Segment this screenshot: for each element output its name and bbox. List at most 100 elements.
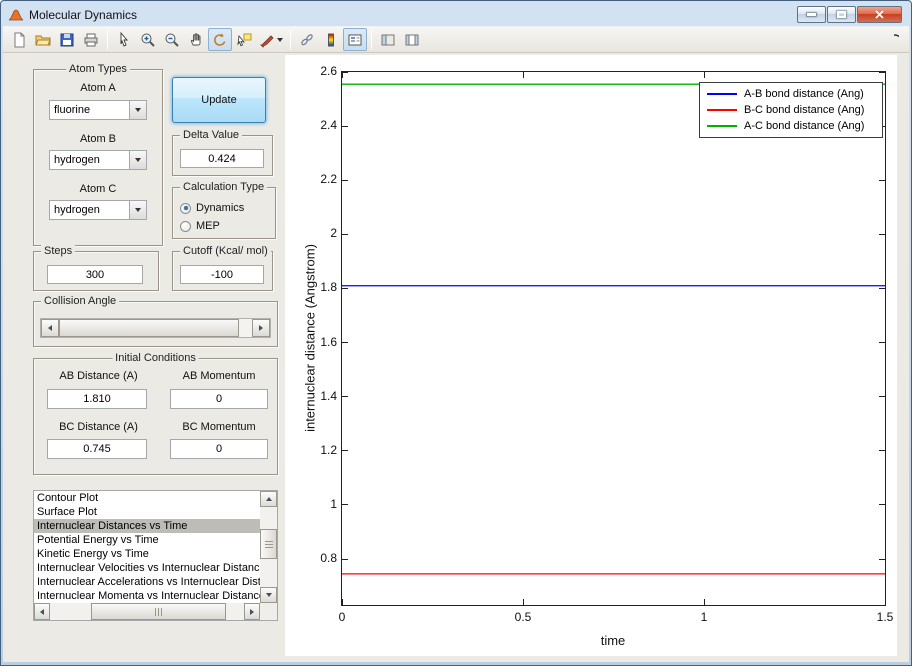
brush-data-button[interactable]	[256, 28, 286, 51]
initial-conditions-title: Initial Conditions	[112, 352, 199, 364]
x-axis-label: time	[600, 633, 626, 648]
radio-option-dynamics[interactable]: Dynamics	[180, 199, 272, 217]
list-vertical-scrollbar[interactable]	[260, 491, 277, 603]
list-item[interactable]: Potential Energy vs Time	[34, 533, 260, 547]
print-figure-button[interactable]	[79, 28, 103, 51]
list-item[interactable]: Surface Plot	[34, 505, 260, 519]
list-horizontal-scrollbar[interactable]	[34, 603, 260, 620]
list-item[interactable]: Internuclear Accelerations vs Internucle…	[34, 575, 260, 589]
scroll-down-button[interactable]	[260, 587, 277, 603]
list-item[interactable]: Internuclear Distances vs Time	[34, 519, 260, 533]
axis-tick	[703, 72, 705, 78]
axis-tick	[884, 599, 886, 605]
radio-label: Dynamics	[196, 202, 245, 214]
plot-axes[interactable]: A-B bond distance (Ang) B-C bond distance…	[320, 64, 893, 624]
collision-angle-slider[interactable]	[40, 318, 271, 338]
axis-tick	[879, 287, 885, 289]
atom-b-dropdown[interactable]: hydrogen	[49, 150, 147, 170]
thumb-grip	[264, 540, 273, 548]
right-arrow-icon	[250, 608, 254, 615]
bc-distance-input[interactable]	[47, 439, 147, 459]
delta-value-input[interactable]	[180, 149, 264, 168]
close-button[interactable]	[857, 6, 902, 23]
ab-distance-input[interactable]	[47, 389, 147, 409]
insert-legend-button[interactable]	[343, 28, 367, 51]
legend-label: A-C bond distance (Ang)	[744, 120, 865, 132]
steps-input[interactable]	[47, 265, 143, 284]
show-plot-tools-icon	[405, 34, 419, 45]
plot-type-listbox[interactable]: Contour Plot Surface Plot Internuclear Dis…	[33, 490, 278, 621]
data-cursor-button[interactable]	[232, 28, 256, 51]
steps-title: Steps	[41, 245, 76, 257]
list-item[interactable]: Internuclear Velocities vs Internuclear …	[34, 561, 260, 575]
atom-c-label: Atom C	[79, 183, 117, 195]
axis-tick	[522, 599, 524, 605]
save-figure-button[interactable]	[55, 28, 79, 51]
scrollbar-corner	[260, 603, 277, 620]
atom-c-value: hydrogen	[54, 204, 100, 216]
atom-a-dropdown-button[interactable]	[129, 101, 146, 119]
slider-thumb[interactable]	[59, 319, 239, 337]
axis-tick	[879, 558, 885, 560]
axis-tick	[879, 179, 885, 181]
radio-option-mep[interactable]: MEP	[180, 217, 272, 235]
list-item[interactable]: Kinetic Energy vs Time	[34, 547, 260, 561]
hand-icon	[190, 32, 201, 45]
radio-button-icon[interactable]	[180, 220, 191, 232]
toolbar-separator	[290, 29, 291, 50]
legend-label: A-B bond distance (Ang)	[744, 88, 864, 100]
list-item[interactable]: Internuclear Momenta vs Internuclear Dis…	[34, 589, 260, 603]
list-item[interactable]: Contour Plot	[34, 491, 260, 505]
zoom-out-button[interactable]	[160, 28, 184, 51]
left-arrow-icon	[40, 608, 44, 615]
hide-plot-tools-button[interactable]	[376, 28, 400, 51]
insert-colorbar-button[interactable]	[319, 28, 343, 51]
horizontal-scroll-thumb[interactable]	[91, 603, 226, 620]
arrow-pointer-icon	[120, 31, 128, 47]
dropdown-arrow-icon	[135, 108, 141, 112]
minimize-button[interactable]	[797, 6, 826, 23]
atom-a-dropdown[interactable]: fluorine	[49, 100, 147, 120]
right-arrow-icon	[259, 325, 263, 331]
vertical-scroll-thumb[interactable]	[260, 529, 277, 559]
show-plot-tools-button[interactable]	[400, 28, 424, 51]
app-window: Molecular Dynamics Atom Types Atom A flu…	[0, 0, 912, 666]
update-button[interactable]: Update	[172, 77, 266, 123]
calc-type-options: Dynamics MEP	[180, 199, 272, 235]
zoom-in-button[interactable]	[136, 28, 160, 51]
link-plot-icon	[301, 33, 313, 45]
slider-right-arrow[interactable]	[252, 319, 270, 337]
ab-momentum-input[interactable]	[170, 389, 268, 409]
edit-plot-button[interactable]	[112, 28, 136, 51]
new-figure-button[interactable]	[7, 28, 31, 51]
axis-tick	[884, 72, 886, 78]
radio-label: MEP	[196, 220, 220, 232]
calculation-type-title: Calculation Type	[180, 181, 268, 193]
pan-button[interactable]	[184, 28, 208, 51]
maximize-button[interactable]	[827, 6, 856, 23]
y-tick-label: 1.2	[320, 442, 337, 457]
open-file-button[interactable]	[31, 28, 55, 51]
dock-figure-button[interactable]	[885, 30, 905, 50]
dropdown-arrow-icon	[135, 208, 141, 212]
link-plot-button[interactable]	[295, 28, 319, 51]
y-tick-label: 2.4	[320, 118, 337, 133]
atom-c-dropdown-button[interactable]	[129, 201, 146, 219]
cutoff-input[interactable]	[180, 265, 264, 284]
brush-dropdown-arrow-icon[interactable]	[277, 37, 283, 42]
scroll-left-button[interactable]	[34, 603, 50, 620]
slider-left-arrow[interactable]	[41, 319, 59, 337]
atom-c-dropdown[interactable]: hydrogen	[49, 200, 147, 220]
y-tick-label: 1	[330, 496, 337, 511]
scroll-up-button[interactable]	[260, 491, 277, 507]
hide-plot-tools-icon	[381, 34, 395, 45]
axis-tick	[342, 504, 348, 506]
atom-b-dropdown-button[interactable]	[129, 151, 146, 169]
rotate-3d-button[interactable]	[208, 28, 232, 51]
slider-track[interactable]	[239, 319, 252, 337]
figure-content: Atom Types Atom A fluorine Atom B hydrog…	[3, 53, 909, 662]
bc-momentum-input[interactable]	[170, 439, 268, 459]
radio-button-icon[interactable]	[180, 202, 191, 214]
axis-tick	[879, 504, 885, 506]
scroll-right-button[interactable]	[244, 603, 260, 620]
